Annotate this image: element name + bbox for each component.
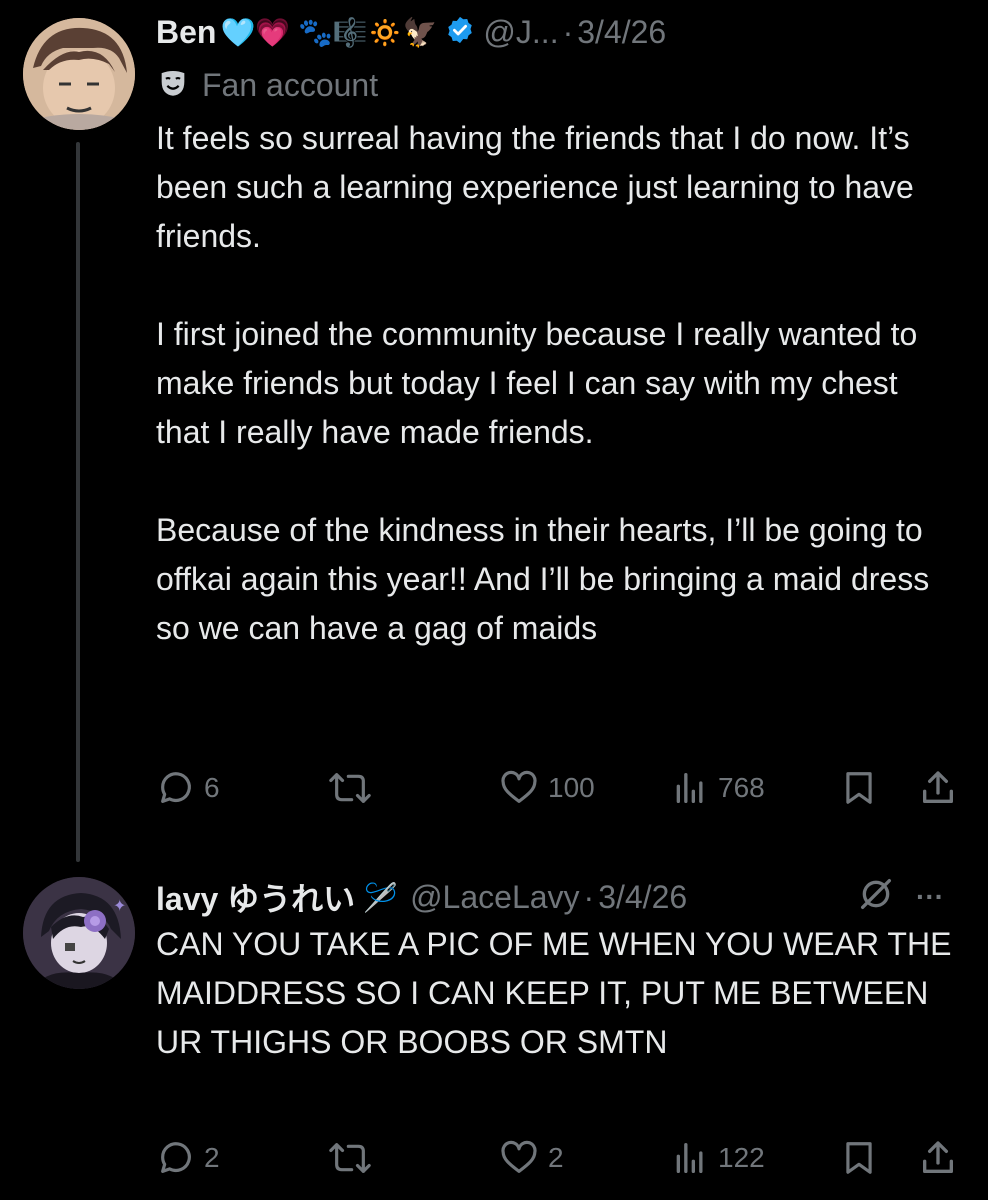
theater-mask-icon — [156, 66, 190, 105]
like-button[interactable]: 2 — [498, 1138, 564, 1178]
handle[interactable]: @LaceLavy — [410, 879, 579, 916]
like-button[interactable]: 100 — [498, 768, 595, 808]
separator-dot: · — [562, 14, 574, 50]
heart-icon — [501, 1140, 537, 1173]
post-actions: 6 100 768 — [156, 768, 966, 812]
needle-emoji: 🪡 — [363, 881, 399, 913]
post-text: CAN YOU TAKE A PIC OF ME WHEN YOU WEAR T… — [156, 926, 961, 1060]
like-count: 100 — [548, 772, 595, 803]
bookmark-icon — [846, 772, 872, 804]
repost-button[interactable] — [328, 768, 372, 808]
share-icon — [923, 1141, 953, 1173]
more-options-icon[interactable]: ··· — [916, 881, 944, 913]
handle[interactable]: @J... — [483, 14, 558, 51]
account-label[interactable]: Fan account — [156, 66, 378, 105]
like-count: 2 — [548, 1142, 564, 1173]
post-header: lavy ゆうれい 🪡 @LaceLavy · 3/4/26 — [156, 874, 687, 920]
post-date[interactable]: 3/4/26 — [598, 879, 687, 916]
post-text: It feels so surreal having the friends t… — [156, 120, 930, 646]
grok-icon[interactable] — [856, 874, 896, 919]
avatar-lavy[interactable]: ✦ — [23, 877, 135, 989]
reply-count: 2 — [204, 1142, 220, 1173]
reply-button[interactable]: 6 — [156, 768, 220, 808]
share-button[interactable] — [918, 1138, 958, 1178]
reply-button[interactable]: 2 — [156, 1138, 220, 1178]
verified-badge-icon[interactable] — [445, 15, 475, 50]
view-count: 768 — [718, 772, 765, 803]
heart-icon — [501, 770, 537, 803]
name-emojis: 🩵💗 🐾🎼🔅🦅 — [220, 17, 438, 48]
share-icon — [923, 771, 953, 803]
post-corner-controls: ··· — [856, 874, 944, 919]
repost-button[interactable] — [328, 1138, 372, 1178]
repost-icon — [329, 773, 371, 803]
bookmark-icon — [846, 1142, 872, 1174]
svg-text:✦: ✦ — [113, 898, 126, 915]
post-ben[interactable]: Ben 🩵💗 🐾🎼🔅🦅 @J... · 3/4/26 Fan account I… — [0, 0, 988, 862]
reply-icon — [161, 772, 191, 803]
post-lavy[interactable]: ✦ lavy ゆうれい 🪡 @LaceLavy · 3/4/26 ··· CAN… — [0, 860, 988, 1200]
display-name[interactable]: Ben — [156, 14, 216, 51]
post-header: Ben 🩵💗 🐾🎼🔅🦅 @J... · 3/4/26 — [156, 14, 666, 51]
fan-account-label: Fan account — [202, 67, 379, 103]
views-icon — [676, 1143, 703, 1173]
views-icon — [676, 773, 703, 803]
views-button[interactable]: 768 — [670, 768, 765, 808]
display-name[interactable]: lavy ゆうれい — [156, 874, 355, 920]
reply-count: 6 — [204, 772, 220, 803]
repost-icon — [329, 1143, 371, 1173]
reply-icon — [161, 1142, 191, 1173]
bookmark-button[interactable] — [840, 768, 878, 808]
post-actions: 2 2 122 — [156, 1138, 966, 1182]
post-date[interactable]: 3/4/26 — [577, 14, 666, 51]
separator-dot: · — [583, 878, 595, 915]
avatar-ben[interactable] — [23, 18, 135, 130]
thread-connector-line — [76, 142, 80, 862]
share-button[interactable] — [918, 768, 958, 808]
bookmark-button[interactable] — [840, 1138, 878, 1178]
views-button[interactable]: 122 — [670, 1138, 765, 1178]
view-count: 122 — [718, 1142, 765, 1173]
